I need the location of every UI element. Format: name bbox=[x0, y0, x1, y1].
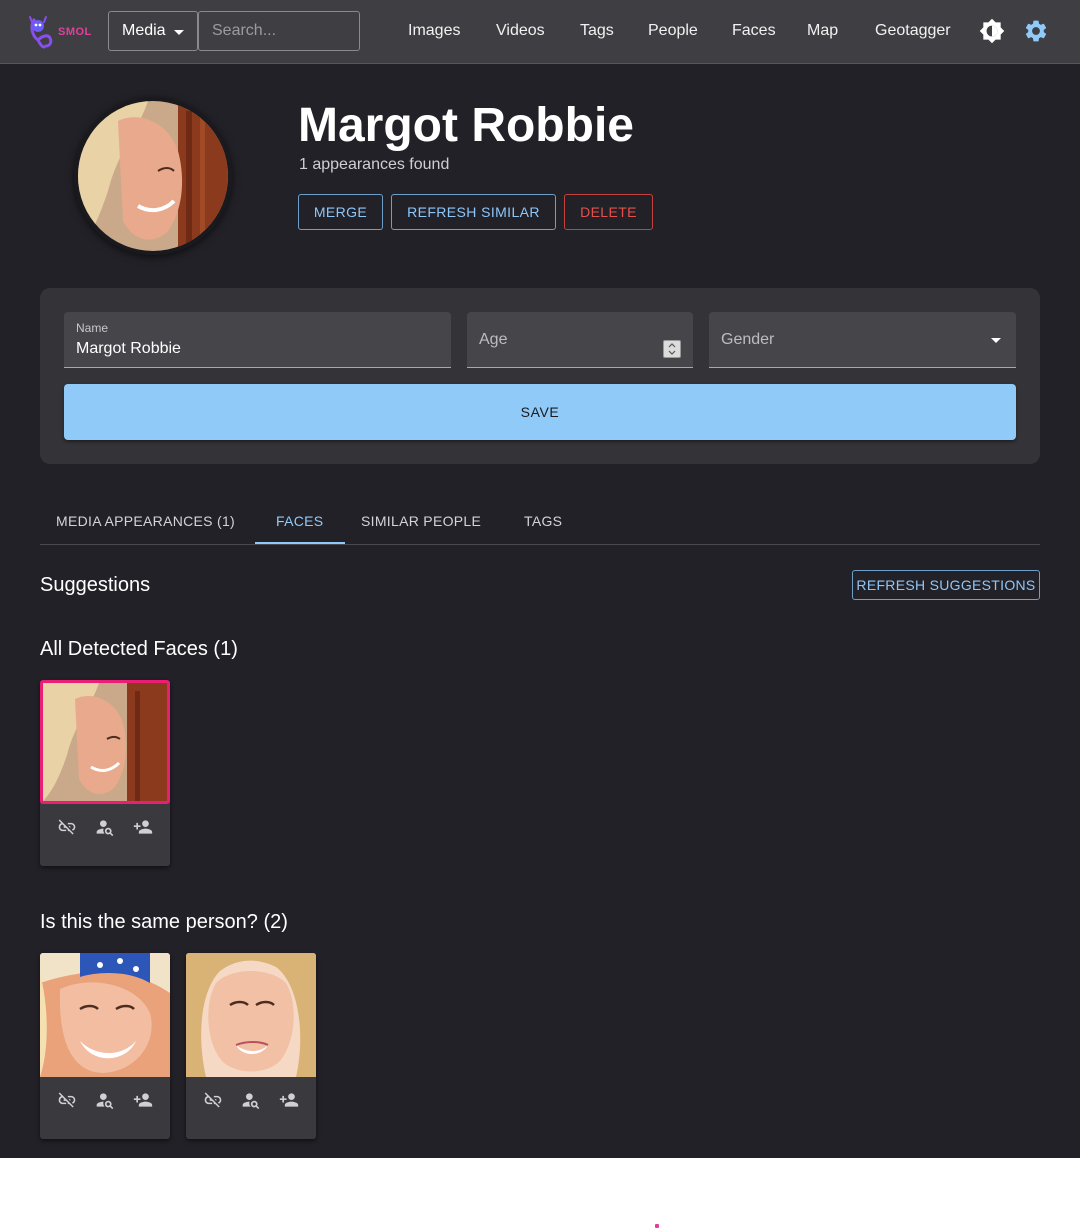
app-container: SMOL Media Images Videos Tags People Fac… bbox=[0, 0, 1080, 1158]
tab-faces[interactable]: FACES bbox=[276, 513, 323, 529]
active-tab-indicator bbox=[255, 542, 345, 544]
refresh-suggestions-button[interactable]: REFRESH SUGGESTIONS bbox=[852, 570, 1040, 600]
face-thumbnail[interactable] bbox=[40, 953, 170, 1077]
nav-link-faces[interactable]: Faces bbox=[732, 22, 776, 40]
name-field-label: Name bbox=[76, 321, 109, 335]
suggestions-heading: Suggestions bbox=[40, 574, 151, 596]
add-person-icon[interactable] bbox=[133, 1090, 153, 1110]
face-actions bbox=[40, 817, 170, 847]
face-thumbnail[interactable] bbox=[186, 953, 316, 1077]
tab-similar-people[interactable]: SIMILAR PEOPLE bbox=[361, 513, 481, 529]
face-card[interactable] bbox=[186, 953, 316, 1139]
loading-indicator bbox=[655, 1224, 659, 1228]
tab-media-appearances[interactable]: MEDIA APPEARANCES (1) bbox=[56, 513, 235, 529]
gear-icon[interactable] bbox=[1023, 18, 1049, 44]
tab-tags[interactable]: TAGS bbox=[524, 513, 562, 529]
nav-link-map[interactable]: Map bbox=[807, 22, 838, 40]
brightness-icon[interactable] bbox=[979, 18, 1005, 44]
delete-button[interactable]: DELETE bbox=[564, 194, 653, 230]
face-card[interactable] bbox=[40, 680, 170, 866]
same-person-heading: Is this the same person? (2) bbox=[40, 911, 288, 933]
unlink-icon[interactable] bbox=[57, 1090, 77, 1110]
face-actions bbox=[186, 1090, 316, 1120]
page-title: Margot Robbie bbox=[298, 99, 634, 152]
find-person-icon[interactable] bbox=[241, 1090, 261, 1110]
find-person-icon[interactable] bbox=[95, 817, 115, 837]
nav-link-videos[interactable]: Videos bbox=[496, 22, 545, 40]
add-person-icon[interactable] bbox=[279, 1090, 299, 1110]
face-card[interactable] bbox=[40, 953, 170, 1139]
name-field[interactable]: Name Margot Robbie bbox=[64, 312, 451, 368]
top-navbar: SMOL Media Images Videos Tags People Fac… bbox=[0, 0, 1080, 64]
add-person-icon[interactable] bbox=[133, 817, 153, 837]
nav-link-images[interactable]: Images bbox=[408, 22, 460, 40]
appearances-count: 1 appearances found bbox=[299, 156, 450, 173]
name-field-value: Margot Robbie bbox=[76, 340, 181, 357]
save-button[interactable]: SAVE bbox=[64, 384, 1016, 440]
face-thumbnail[interactable] bbox=[40, 680, 170, 804]
nav-link-geotagger[interactable]: Geotagger bbox=[875, 22, 951, 40]
search-input[interactable] bbox=[198, 11, 360, 51]
gender-select[interactable]: Gender bbox=[709, 312, 1016, 368]
find-person-icon[interactable] bbox=[95, 1090, 115, 1110]
unlink-icon[interactable] bbox=[57, 817, 77, 837]
merge-button[interactable]: MERGE bbox=[298, 194, 383, 230]
detected-faces-heading: All Detected Faces (1) bbox=[40, 638, 238, 660]
nav-link-people[interactable]: People bbox=[648, 22, 698, 40]
gender-select-placeholder: Gender bbox=[721, 331, 775, 348]
media-menu-button[interactable]: Media bbox=[108, 11, 198, 51]
nav-link-tags[interactable]: Tags bbox=[580, 22, 614, 40]
refresh-similar-button[interactable]: REFRESH SIMILAR bbox=[391, 194, 556, 230]
face-actions bbox=[40, 1090, 170, 1120]
chevron-down-icon bbox=[991, 338, 1001, 343]
age-field-placeholder: Age bbox=[479, 331, 508, 348]
person-avatar bbox=[74, 97, 232, 255]
chevron-down-icon bbox=[174, 30, 184, 35]
media-menu-label: Media bbox=[122, 22, 166, 39]
number-spinner-icon[interactable] bbox=[663, 340, 681, 358]
person-tabs: MEDIA APPEARANCES (1) FACES SIMILAR PEOP… bbox=[40, 496, 1040, 545]
person-edit-form: Name Margot Robbie Age Gender SAVE bbox=[40, 288, 1040, 464]
age-field[interactable]: Age bbox=[467, 312, 693, 368]
unlink-icon[interactable] bbox=[203, 1090, 223, 1110]
logo-text: SMOL bbox=[58, 26, 92, 38]
